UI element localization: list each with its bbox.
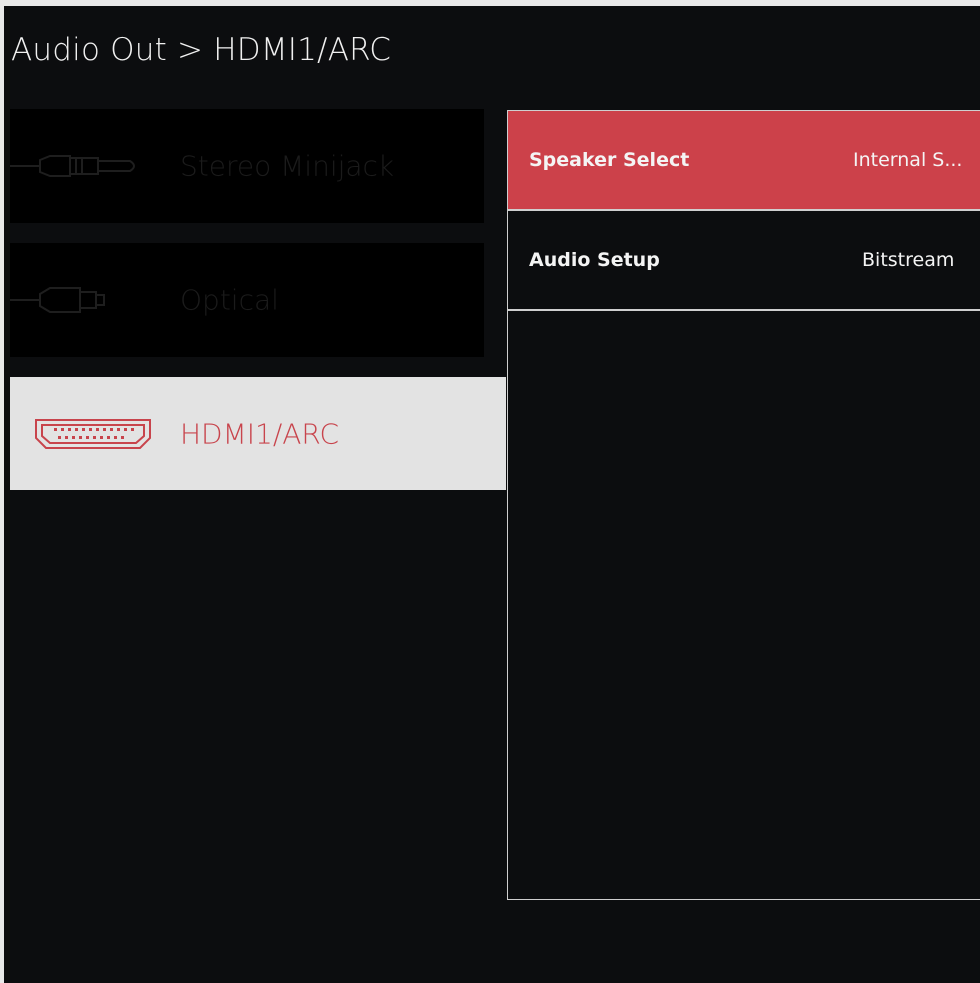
- source-item-stereo-minijack[interactable]: Stereo Minijack: [10, 109, 484, 223]
- source-label: Optical: [180, 283, 279, 317]
- source-item-optical[interactable]: Optical: [10, 243, 484, 357]
- source-label: HDMI1/ARC: [180, 417, 340, 450]
- setting-value: Bitstream: [862, 249, 955, 271]
- hdmi-icon: [35, 418, 151, 449]
- minijack-icon: [10, 155, 135, 177]
- optical-icon: [10, 287, 105, 313]
- setting-label: Audio Setup: [529, 249, 660, 271]
- setting-speaker-select[interactable]: Speaker Select Internal S...: [508, 111, 980, 211]
- setting-label: Speaker Select: [529, 149, 690, 171]
- setting-audio-setup[interactable]: Audio Setup Bitstream: [508, 211, 980, 311]
- setting-value: Internal S...: [853, 149, 963, 171]
- breadcrumb: Audio Out > HDMI1/ARC: [11, 32, 392, 68]
- source-item-hdmi1-arc[interactable]: HDMI1/ARC: [10, 377, 506, 490]
- source-label: Stereo Minijack: [180, 149, 395, 183]
- hdmi-arc-settings-panel: Speaker Select Internal S... Audio Setup…: [507, 110, 980, 900]
- audio-source-list: Stereo Minijack Optical HDMI1/ARC: [10, 109, 506, 510]
- tv-settings-screen: Audio Out > HDMI1/ARC Stereo Minijack Op…: [4, 6, 980, 983]
